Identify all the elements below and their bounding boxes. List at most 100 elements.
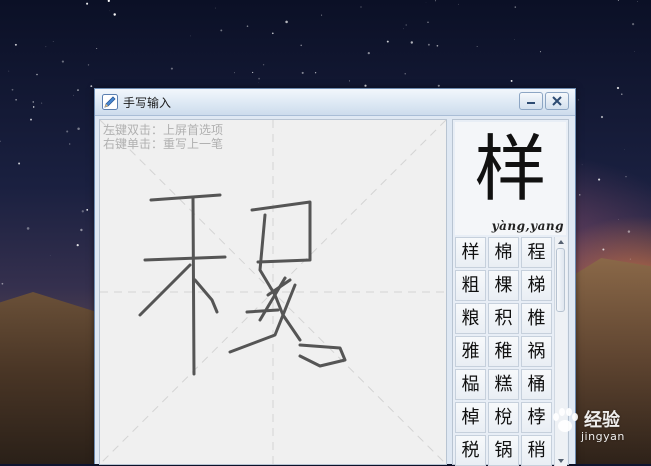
star [582, 165, 583, 166]
candidate-cell[interactable]: 棵 [488, 270, 519, 301]
minimize-icon [525, 96, 537, 106]
star [272, 32, 274, 34]
close-button[interactable] [545, 92, 569, 110]
pen-icon [102, 94, 118, 110]
star [41, 103, 42, 104]
star [110, 11, 111, 12]
close-icon [551, 96, 563, 106]
star [618, 0, 619, 1]
star [630, 259, 631, 260]
candidate-cell[interactable]: 粮 [455, 303, 486, 334]
hint-double-click: 左键双击：上屏首选项 [103, 123, 223, 137]
star [53, 41, 54, 42]
paw-icon [548, 404, 582, 438]
star [33, 101, 34, 102]
candidate-cell[interactable]: 粗 [455, 270, 486, 301]
star [190, 36, 191, 37]
star [511, 80, 513, 82]
watermark-text: 经验 [584, 406, 620, 432]
candidate-cell[interactable]: 稚 [488, 336, 519, 367]
candidate-cell[interactable]: 程 [521, 237, 552, 268]
star [405, 73, 406, 74]
star [62, 61, 64, 63]
star [108, 0, 110, 2]
star [220, 29, 222, 31]
star [625, 176, 626, 177]
star [621, 94, 622, 95]
star [628, 230, 630, 232]
star [252, 72, 253, 73]
star [406, 24, 407, 25]
candidate-cell[interactable]: 椎 [521, 303, 552, 334]
star [2, 283, 4, 285]
star [12, 89, 14, 91]
star [18, 163, 20, 165]
star [215, 8, 216, 9]
star [73, 95, 74, 96]
candidate-cell[interactable]: 梲 [488, 402, 519, 433]
candidate-cell[interactable]: 雅 [455, 336, 486, 367]
star [321, 15, 322, 16]
star [247, 25, 249, 27]
star [578, 99, 579, 100]
star [50, 255, 51, 256]
candidate-cell[interactable]: 糕 [488, 369, 519, 400]
star [80, 229, 82, 231]
window-title: 手写输入 [123, 94, 171, 111]
star [96, 48, 97, 49]
star [601, 116, 603, 118]
star [360, 6, 361, 7]
star [427, 21, 429, 23]
candidate-cell[interactable]: 榀 [455, 369, 486, 400]
star [300, 45, 301, 46]
candidate-cell[interactable]: 棉 [488, 237, 519, 268]
star [302, 72, 304, 74]
star [458, 4, 459, 5]
star [86, 209, 88, 211]
star [634, 51, 635, 52]
candidate-cell[interactable]: 积 [488, 303, 519, 334]
star [171, 68, 173, 70]
star [437, 45, 439, 47]
star [364, 85, 366, 87]
star [33, 106, 34, 107]
arrow-up-icon[interactable] [557, 238, 565, 246]
star [632, 23, 634, 25]
star [8, 71, 9, 72]
star [113, 13, 115, 15]
handwriting-canvas[interactable]: 左键双击：上屏首选项 右键单击：重写上一笔 [99, 119, 447, 465]
star [27, 227, 30, 230]
star [82, 210, 84, 212]
candidate-cell[interactable]: 梯 [521, 270, 552, 301]
candidate-cell[interactable]: 祸 [521, 336, 552, 367]
star [637, 1, 638, 2]
ink-strokes [100, 120, 446, 464]
candidate-cell[interactable]: 税 [455, 435, 486, 466]
star [579, 194, 580, 195]
star [618, 219, 619, 220]
star [86, 3, 88, 5]
star [15, 99, 17, 101]
star [263, 64, 264, 65]
star [514, 39, 515, 40]
star [617, 87, 619, 89]
star [15, 44, 17, 46]
candidate-cell[interactable]: 锅 [488, 435, 519, 466]
star [285, 21, 288, 24]
hint-right-click: 右键单击：重写上一笔 [103, 137, 223, 151]
character-preview: 样 yàng,yang [455, 122, 566, 235]
star [368, 52, 370, 54]
candidate-cell[interactable]: 样 [455, 237, 486, 268]
star [234, 72, 235, 73]
candidate-cell[interactable]: 棹 [455, 402, 486, 433]
star [77, 244, 79, 246]
minimize-button[interactable] [519, 92, 543, 110]
scrollbar-thumb[interactable] [556, 248, 565, 312]
title-bar[interactable]: 手写输入 [95, 89, 575, 116]
star [403, 29, 404, 30]
candidate-cell[interactable]: 桶 [521, 369, 552, 400]
star [540, 51, 541, 52]
star [77, 89, 78, 90]
watermark-sub: jingyan [581, 430, 625, 443]
handwriting-input-window: 手写输入 [94, 88, 576, 464]
